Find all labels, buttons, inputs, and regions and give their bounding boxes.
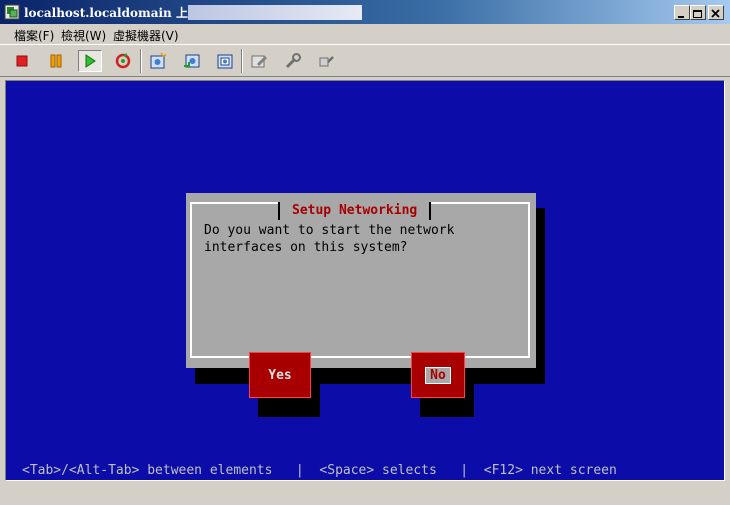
manage-snapshots-icon xyxy=(217,54,233,69)
minimize-icon xyxy=(678,16,684,18)
snapshot-manager-button[interactable] xyxy=(213,50,237,72)
setup-networking-dialog: Setup Networking Do you want to start th… xyxy=(186,193,536,417)
revert-snapshot-icon xyxy=(184,54,200,68)
keyboard-hints: <Tab>/<Alt-Tab> between elements | <Spac… xyxy=(22,463,617,478)
take-snapshot-button[interactable] xyxy=(146,50,170,72)
edit-settings-button[interactable] xyxy=(247,50,271,72)
yes-button-label: Yes xyxy=(268,367,292,383)
maximize-button[interactable] xyxy=(690,5,706,20)
toolbar xyxy=(0,44,730,77)
menu-view[interactable]: 檢視(W) xyxy=(61,27,106,44)
stop-icon xyxy=(16,55,28,67)
menu-file[interactable]: 檔案(F) xyxy=(14,27,54,44)
no-button-label: No xyxy=(425,366,451,384)
status-bar xyxy=(0,483,730,505)
play-icon xyxy=(85,54,96,68)
dialog-title: Setup Networking xyxy=(278,202,432,220)
reset-icon xyxy=(115,53,131,69)
close-icon xyxy=(711,9,720,18)
install-tools-button[interactable] xyxy=(281,50,305,72)
vm-console-icon xyxy=(4,4,20,20)
redacted-host-name xyxy=(188,5,362,20)
vm-console-screen[interactable]: Setup Networking Do you want to start th… xyxy=(5,80,725,481)
pause-icon xyxy=(50,54,62,68)
toolbar-separator xyxy=(241,49,243,73)
minimize-button[interactable] xyxy=(674,5,690,20)
yes-button[interactable]: Yes xyxy=(249,352,311,398)
connect-icon xyxy=(319,56,334,67)
snapshot-icon xyxy=(150,52,167,69)
reset-button[interactable] xyxy=(111,50,135,72)
close-button[interactable] xyxy=(708,5,724,20)
edit-settings-icon xyxy=(251,55,268,68)
connect-device-button[interactable] xyxy=(314,50,338,72)
dialog-question: Do you want to start the network interfa… xyxy=(204,223,455,255)
maximize-icon xyxy=(693,10,702,18)
window-title: localhost.localdomain 上的 1 xyxy=(24,6,213,20)
menu-bar: 檔案(F) 檢視(W) 虛擬機器(V) xyxy=(0,24,730,44)
window-title-bar[interactable]: localhost.localdomain 上的 1 xyxy=(0,0,730,24)
toolbar-separator xyxy=(140,49,142,73)
revert-snapshot-button[interactable] xyxy=(180,50,204,72)
tools-icon xyxy=(285,53,301,69)
no-button[interactable]: No xyxy=(411,352,465,398)
menu-vm[interactable]: 虛擬機器(V) xyxy=(113,27,179,44)
stop-button[interactable] xyxy=(10,50,34,72)
pause-button[interactable] xyxy=(44,50,68,72)
power-on-button[interactable] xyxy=(78,50,102,72)
